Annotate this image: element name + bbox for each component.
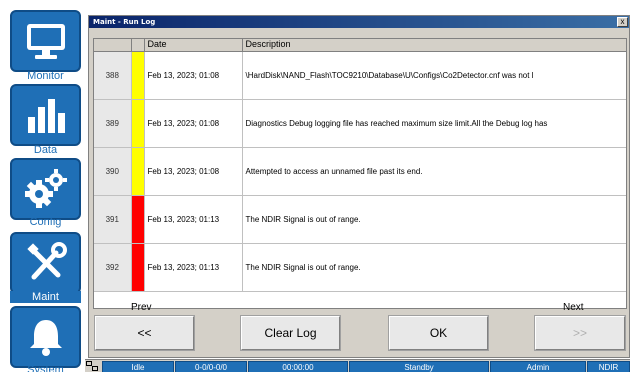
status-bar: Idle 0-0/0-0/0 00:00:00 Standby Admin ND… bbox=[85, 359, 630, 372]
status-mode: Standby bbox=[349, 361, 489, 372]
row-number: 389 bbox=[94, 99, 132, 148]
prev-page-button[interactable]: << bbox=[94, 315, 195, 351]
dialog-titlebar: Maint - Run Log x bbox=[89, 16, 629, 28]
sidebar: Monitor Data Config Maint System bbox=[0, 0, 88, 372]
nav-system[interactable]: System bbox=[10, 306, 81, 372]
severity-indicator bbox=[131, 147, 145, 196]
nav-monitor-label: Monitor bbox=[27, 70, 64, 82]
nav-maint-label: Maint bbox=[10, 291, 81, 303]
severity-indicator bbox=[131, 51, 145, 100]
nav-monitor-tile[interactable] bbox=[10, 10, 81, 72]
row-number: 391 bbox=[94, 195, 132, 244]
status-user: Admin bbox=[490, 361, 586, 372]
nav-monitor[interactable]: Monitor bbox=[10, 6, 81, 84]
nav-data-label: Data bbox=[33, 144, 58, 156]
table-row[interactable]: 388 Feb 13, 2023; 01:08 \HardDisk\NAND_F… bbox=[94, 51, 626, 100]
nav-system-label: System bbox=[27, 364, 64, 372]
row-number: 388 bbox=[94, 51, 132, 100]
nav-maint[interactable]: Maint bbox=[10, 232, 81, 304]
tools-icon bbox=[26, 242, 67, 280]
row-date: Feb 13, 2023; 01:13 bbox=[144, 243, 243, 292]
next-page-button[interactable]: >> bbox=[534, 315, 626, 351]
run-log-dialog: Maint - Run Log x Date Description 388 F bbox=[88, 15, 630, 358]
row-date: Feb 13, 2023; 01:13 bbox=[144, 195, 243, 244]
table-header-row: Date Description bbox=[94, 39, 626, 52]
monitor-icon bbox=[26, 24, 65, 59]
bar-chart-icon bbox=[27, 99, 65, 133]
row-description: Diagnostics Debug logging file has reach… bbox=[242, 99, 626, 148]
run-log-table[interactable]: Date Description 388 Feb 13, 2023; 01:08… bbox=[93, 38, 627, 309]
status-sensor: NDIR bbox=[587, 361, 630, 372]
nav-data[interactable]: Data bbox=[10, 84, 81, 158]
clear-log-button[interactable]: Clear Log bbox=[240, 315, 341, 351]
table-row[interactable]: 391 Feb 13, 2023; 01:13 The NDIR Signal … bbox=[94, 195, 626, 244]
col-header-severity bbox=[131, 39, 145, 52]
severity-indicator bbox=[131, 99, 145, 148]
row-date: Feb 13, 2023; 01:08 bbox=[144, 99, 243, 148]
row-date: Feb 13, 2023; 01:08 bbox=[144, 147, 243, 196]
status-run-state: Idle bbox=[102, 361, 174, 372]
nav-system-tile[interactable] bbox=[10, 306, 81, 368]
row-description: Attempted to access an unnamed file past… bbox=[242, 147, 626, 196]
col-header-date: Date bbox=[144, 39, 243, 52]
row-date: Feb 13, 2023; 01:08 bbox=[144, 51, 243, 100]
close-button[interactable]: x bbox=[617, 17, 628, 27]
prev-label: Prev bbox=[131, 302, 152, 313]
table-row[interactable]: 389 Feb 13, 2023; 01:08 Diagnostics Debu… bbox=[94, 99, 626, 148]
bell-icon bbox=[29, 320, 62, 356]
severity-indicator bbox=[131, 195, 145, 244]
ok-button[interactable]: OK bbox=[388, 315, 489, 351]
dialog-title: Maint - Run Log bbox=[93, 18, 156, 26]
severity-indicator bbox=[131, 243, 145, 292]
status-timer: 00:00:00 bbox=[248, 361, 348, 372]
nav-data-tile[interactable] bbox=[10, 84, 81, 146]
nav-config-label: Config bbox=[29, 216, 62, 228]
network-icon bbox=[86, 361, 98, 371]
row-number: 392 bbox=[94, 243, 132, 292]
row-description: The NDIR Signal is out of range. bbox=[242, 195, 626, 244]
nav-config-tile[interactable] bbox=[10, 158, 81, 220]
row-description: \HardDisk\NAND_Flash\TOC9210\Database\U\… bbox=[242, 51, 626, 100]
nav-maint-tile[interactable] bbox=[10, 232, 81, 294]
col-header-number bbox=[94, 39, 132, 52]
row-number: 390 bbox=[94, 147, 132, 196]
table-row[interactable]: 392 Feb 13, 2023; 01:13 The NDIR Signal … bbox=[94, 243, 626, 292]
next-label: Next bbox=[563, 302, 584, 313]
row-description: The NDIR Signal is out of range. bbox=[242, 243, 626, 292]
col-header-description: Description bbox=[242, 39, 626, 52]
table-row[interactable]: 390 Feb 13, 2023; 01:08 Attempted to acc… bbox=[94, 147, 626, 196]
status-counter: 0-0/0-0/0 bbox=[175, 361, 247, 372]
nav-config[interactable]: Config bbox=[10, 158, 81, 230]
gears-icon bbox=[24, 169, 67, 208]
